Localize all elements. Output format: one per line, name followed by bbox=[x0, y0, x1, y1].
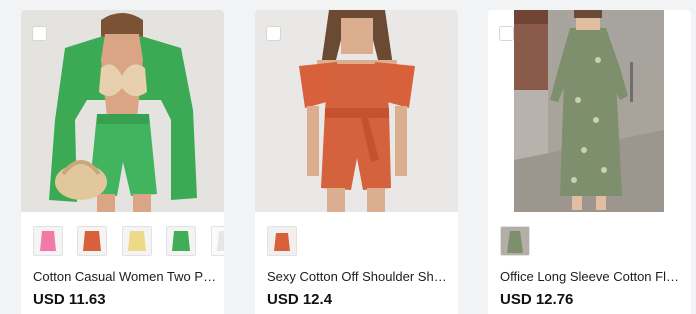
product-price: USD 12.76 bbox=[500, 291, 574, 308]
product-image[interactable] bbox=[255, 10, 458, 212]
color-thumbnail-strip bbox=[267, 226, 458, 256]
color-thumbnail-yellow[interactable] bbox=[121, 226, 152, 256]
product-image[interactable] bbox=[488, 10, 691, 212]
select-checkbox[interactable] bbox=[499, 26, 514, 41]
product-title[interactable]: Office Long Sleeve Cotton Floral Dress bbox=[500, 269, 684, 285]
color-thumbnail-green[interactable] bbox=[166, 226, 197, 256]
product-grid: Cotton Casual Women Two Piece Set USD 11… bbox=[0, 0, 696, 314]
product-card[interactable]: Sexy Cotton Off Shoulder Short Jumpsuit … bbox=[255, 10, 458, 314]
product-title[interactable]: Cotton Casual Women Two Piece Set bbox=[33, 269, 217, 285]
product-image-orange-jumpsuit bbox=[255, 10, 458, 212]
color-thumbnail-strip bbox=[33, 226, 224, 256]
product-image-floral-dress bbox=[488, 10, 691, 212]
product-image-green-set bbox=[21, 10, 224, 212]
color-thumbnail-green-floral[interactable] bbox=[500, 226, 530, 256]
color-thumbnail-pink[interactable] bbox=[33, 226, 63, 256]
color-thumbnail-orange[interactable] bbox=[77, 226, 108, 256]
color-thumbnail-white[interactable] bbox=[210, 226, 224, 256]
select-checkbox[interactable] bbox=[266, 26, 281, 41]
select-checkbox[interactable] bbox=[32, 26, 47, 41]
product-card[interactable]: Office Long Sleeve Cotton Floral Dress U… bbox=[488, 10, 691, 314]
product-image[interactable] bbox=[21, 10, 224, 212]
product-card[interactable]: Cotton Casual Women Two Piece Set USD 11… bbox=[21, 10, 224, 314]
color-thumbnail-strip bbox=[500, 226, 691, 256]
product-price: USD 11.63 bbox=[33, 291, 106, 308]
product-title[interactable]: Sexy Cotton Off Shoulder Short Jumpsuit bbox=[267, 269, 451, 285]
product-price: USD 12.4 bbox=[267, 291, 333, 308]
color-thumbnail-orange[interactable] bbox=[267, 226, 297, 256]
